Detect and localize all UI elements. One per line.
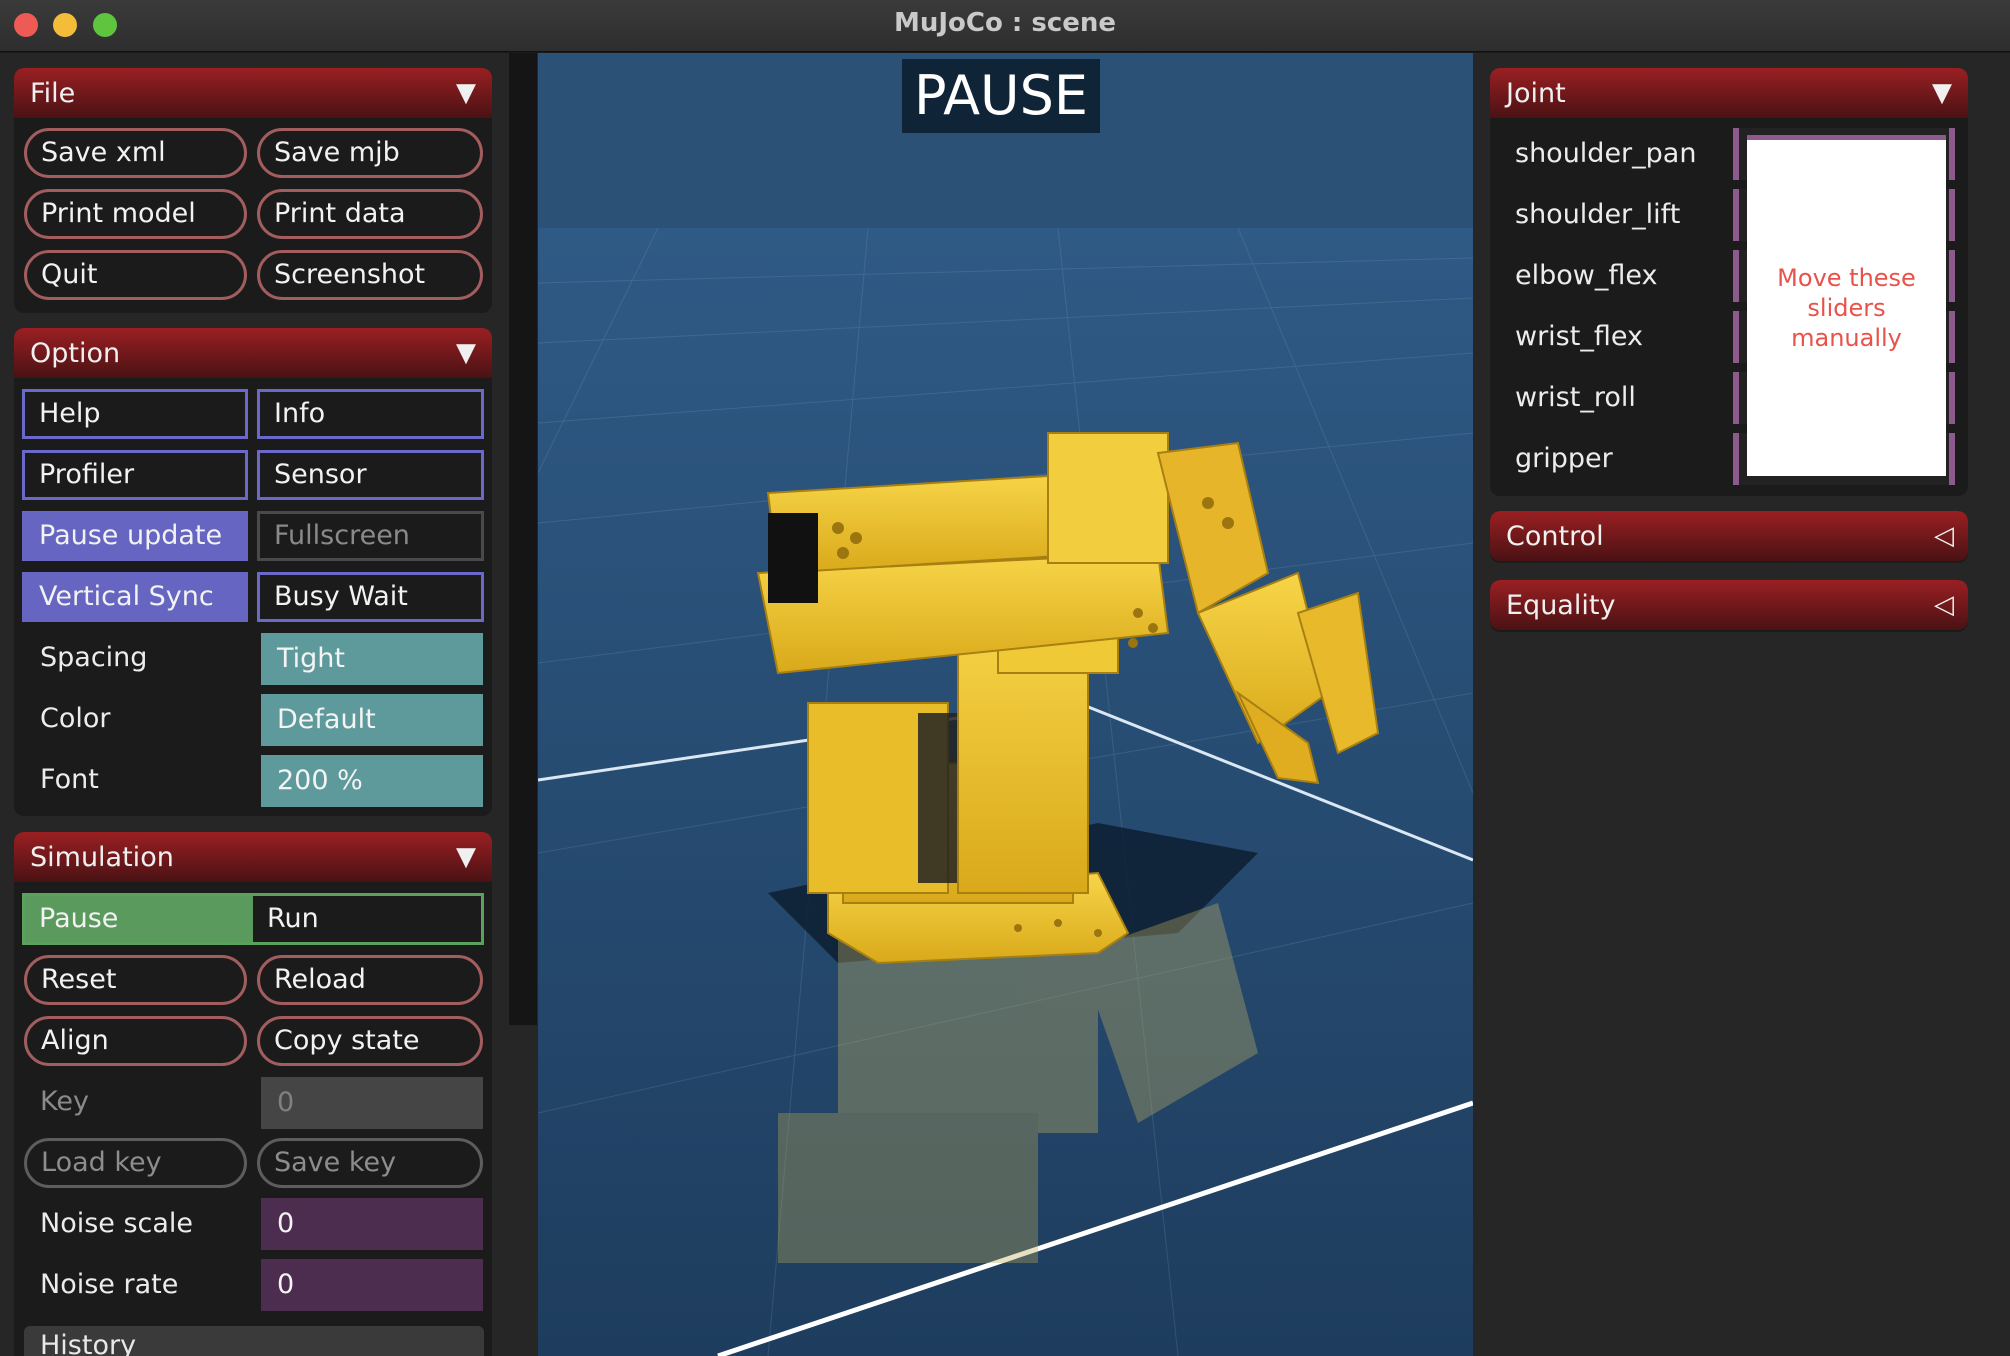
joint-section-header[interactable]: Joint ▼	[1490, 68, 1968, 118]
save-mjb-button[interactable]: Save mjb	[257, 128, 483, 178]
simulation-section-title: Simulation	[30, 841, 174, 873]
scene-render	[538, 53, 1473, 1356]
profiler-checkbox[interactable]: Profiler	[22, 450, 248, 500]
spacing-select[interactable]: Tight	[261, 633, 483, 685]
vertical-sync-checkbox[interactable]: Vertical Sync	[22, 572, 248, 622]
collapse-triangle-icon: ▼	[456, 338, 476, 368]
noise-rate-label: Noise rate	[40, 1269, 179, 1300]
collapse-triangle-icon: ▼	[456, 842, 476, 872]
annotation-note-text: Move these sliders manually	[1777, 264, 1916, 352]
copy-state-button[interactable]: Copy state	[257, 1016, 483, 1066]
run-radio-option[interactable]: Run	[253, 896, 481, 942]
simulation-section-header[interactable]: Simulation ▼	[14, 832, 492, 882]
pause-update-checkbox[interactable]: Pause update	[22, 511, 248, 561]
option-section-header[interactable]: Option ▼	[14, 328, 492, 378]
busy-wait-checkbox[interactable]: Busy Wait	[257, 572, 484, 622]
3d-viewport[interactable]: PAUSE	[538, 53, 1473, 1356]
left-panel: File ▼ Save xml Save mjb Print model Pri…	[0, 53, 508, 1356]
scrollbar-thumb[interactable]	[509, 53, 537, 1025]
file-section-header[interactable]: File ▼	[14, 68, 492, 118]
left-panel-scrollbar[interactable]	[508, 53, 538, 1356]
title-bar: MuJoCo : scene	[0, 0, 2010, 52]
font-select[interactable]: 200 %	[261, 755, 483, 807]
sensor-checkbox[interactable]: Sensor	[257, 450, 484, 500]
joint-label-wrist-roll: wrist_roll	[1515, 382, 1636, 413]
expand-triangle-icon: ◁	[1934, 521, 1954, 551]
joint-label-shoulder-pan: shoulder_pan	[1515, 138, 1697, 169]
option-section: Option ▼ Help Info Profiler Sensor Pause…	[14, 328, 492, 816]
equality-section-header[interactable]: Equality ◁	[1490, 580, 1968, 630]
joint-label-wrist-flex: wrist_flex	[1515, 321, 1643, 352]
run-mode-radio: Pause Run	[22, 893, 484, 945]
color-select[interactable]: Default	[261, 694, 483, 746]
control-section-title: Control	[1506, 520, 1604, 552]
window-title: MuJoCo : scene	[893, 8, 1117, 38]
fullscreen-checkbox[interactable]: Fullscreen	[257, 511, 484, 561]
save-key-button[interactable]: Save key	[257, 1138, 483, 1188]
equality-section-title: Equality	[1506, 589, 1616, 621]
file-section-title: File	[30, 77, 76, 109]
collapse-triangle-icon: ▼	[456, 78, 476, 108]
spacing-label: Spacing	[40, 642, 148, 673]
key-label: Key	[40, 1086, 89, 1117]
joint-label-elbow-flex: elbow_flex	[1515, 260, 1658, 291]
control-section-header[interactable]: Control ◁	[1490, 511, 1968, 561]
save-xml-button[interactable]: Save xml	[24, 128, 247, 178]
color-label: Color	[40, 703, 111, 734]
noise-scale-input[interactable]: 0	[261, 1198, 483, 1250]
info-checkbox[interactable]: Info	[257, 389, 484, 439]
annotation-note: Move these sliders manually	[1747, 135, 1946, 476]
help-checkbox[interactable]: Help	[22, 389, 248, 439]
file-section: File ▼ Save xml Save mjb Print model Pri…	[14, 68, 492, 313]
noise-scale-label: Noise scale	[40, 1208, 194, 1239]
joint-label-gripper: gripper	[1515, 443, 1613, 474]
equality-section: Equality ◁	[1490, 580, 1968, 632]
align-button[interactable]: Align	[24, 1016, 247, 1066]
pause-radio-option[interactable]: Pause	[25, 896, 253, 942]
key-input[interactable]: 0	[261, 1077, 483, 1129]
pause-status-label: PAUSE	[902, 59, 1100, 133]
joint-label-shoulder-lift: shoulder_lift	[1515, 199, 1681, 230]
history-label: History	[40, 1330, 137, 1356]
print-model-button[interactable]: Print model	[24, 189, 247, 239]
control-section: Control ◁	[1490, 511, 1968, 563]
simulation-section: Simulation ▼ Pause Run Reset Reload Alig…	[14, 832, 492, 1356]
expand-triangle-icon: ◁	[1934, 590, 1954, 620]
reload-button[interactable]: Reload	[257, 955, 483, 1005]
screenshot-button[interactable]: Screenshot	[257, 250, 483, 300]
print-data-button[interactable]: Print data	[257, 189, 483, 239]
reset-button[interactable]: Reset	[24, 955, 247, 1005]
quit-button[interactable]: Quit	[24, 250, 247, 300]
joint-section-title: Joint	[1506, 77, 1566, 109]
load-key-button[interactable]: Load key	[24, 1138, 247, 1188]
font-label: Font	[40, 764, 99, 795]
collapse-triangle-icon: ▼	[1932, 78, 1952, 108]
option-section-title: Option	[30, 337, 121, 369]
noise-rate-input[interactable]: 0	[261, 1259, 483, 1311]
history-slider[interactable]: History	[24, 1326, 484, 1356]
